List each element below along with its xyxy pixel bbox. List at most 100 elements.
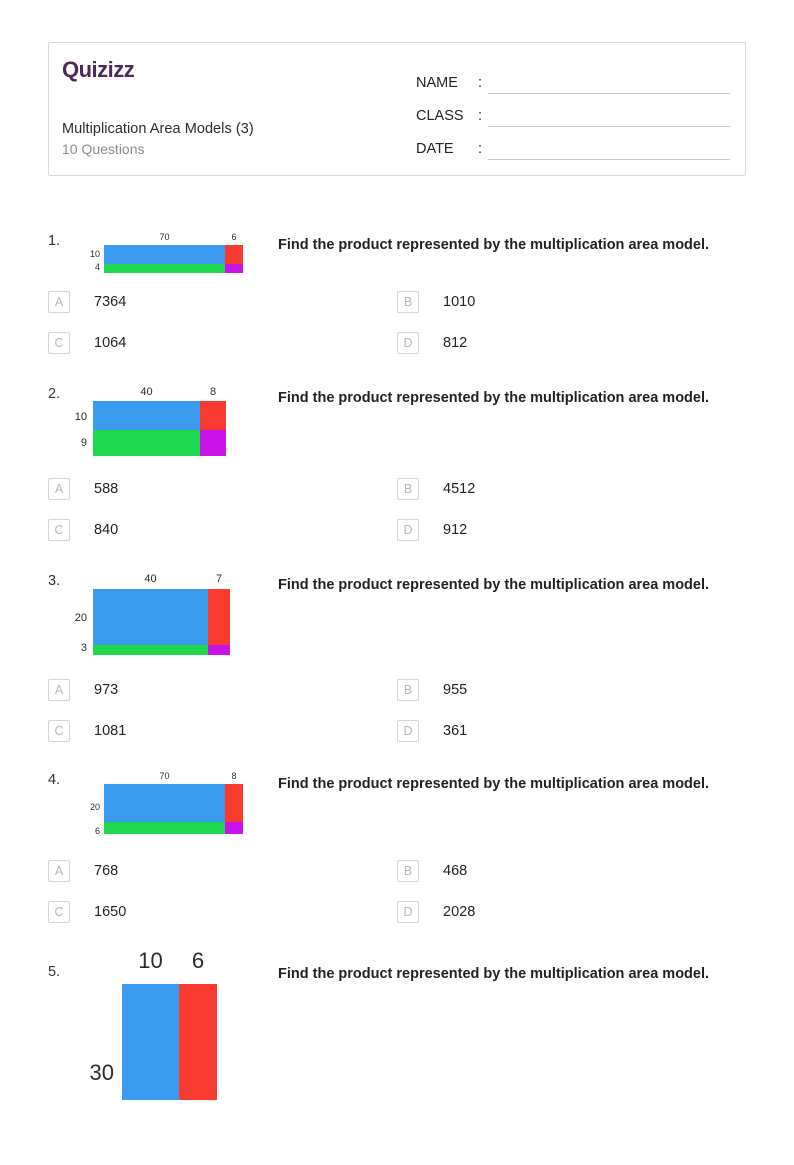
model-cell-red xyxy=(225,245,243,264)
option-text: 912 xyxy=(443,522,468,538)
question-count: 10 Questions xyxy=(62,141,145,157)
model-cell-blue xyxy=(93,589,208,645)
option-text: 4512 xyxy=(443,481,476,497)
option-b[interactable]: B 955 xyxy=(397,679,746,701)
option-a[interactable]: A 588 xyxy=(48,478,397,500)
quizizz-logo: Quizizz xyxy=(62,57,135,82)
question-prompt: Find the product represented by the mult… xyxy=(278,390,710,406)
option-d[interactable]: D 2028 xyxy=(397,901,746,923)
model-cell-green xyxy=(104,264,225,273)
question-1: 1. 70 6 10 4 Find the product represente… xyxy=(48,233,746,354)
option-text: 840 xyxy=(94,522,119,538)
option-d[interactable]: D 361 xyxy=(397,720,746,742)
model-top-right-label: 8 xyxy=(231,771,237,781)
option-letter: B xyxy=(397,291,419,313)
option-d[interactable]: D 912 xyxy=(397,519,746,541)
model-cell-blue xyxy=(104,245,225,264)
model-left-top-label: 10 xyxy=(74,411,87,423)
option-c[interactable]: C 1064 xyxy=(48,332,397,354)
option-a[interactable]: A 768 xyxy=(48,860,397,882)
model-top-left-label: 40 xyxy=(140,386,153,398)
question-4: 4. 70 8 20 6 Find the product represente… xyxy=(48,772,746,923)
question-5: 5. 10 6 30 Find the product represented … xyxy=(48,950,746,1100)
option-b[interactable]: B 468 xyxy=(397,860,746,882)
option-text: 768 xyxy=(94,863,119,879)
area-model-grid xyxy=(104,784,243,834)
option-letter: A xyxy=(48,860,70,882)
area-model-figure: 40 8 10 9 xyxy=(75,386,271,456)
date-field-row: DATE : xyxy=(416,127,730,160)
date-field-label: DATE xyxy=(416,141,454,157)
model-cell-green xyxy=(104,822,225,834)
model-left-bottom-label: 9 xyxy=(80,437,87,449)
question-number: 4. xyxy=(48,772,61,788)
option-letter: D xyxy=(397,720,419,742)
options-list: A 973 B 955 C 1081 D 361 xyxy=(48,679,746,742)
option-letter: C xyxy=(48,519,70,541)
name-input[interactable] xyxy=(488,71,730,94)
question-number: 1. xyxy=(48,233,61,249)
model-left-top-label: 20 xyxy=(89,802,100,812)
area-model-figure: 70 6 10 4 xyxy=(76,233,271,273)
class-field-label: CLASS xyxy=(416,108,464,124)
option-c[interactable]: C 1081 xyxy=(48,720,397,742)
area-model-grid xyxy=(93,589,230,655)
worksheet-page: Quizizz Multiplication Area Models (3) 1… xyxy=(0,42,794,1165)
class-input[interactable] xyxy=(488,104,730,127)
model-top-left-label: 10 xyxy=(138,948,163,973)
area-model-figure: 70 8 20 6 xyxy=(76,772,271,838)
option-letter: D xyxy=(397,901,419,923)
option-letter: C xyxy=(48,720,70,742)
option-c[interactable]: C 840 xyxy=(48,519,397,541)
question-prompt: Find the product represented by the mult… xyxy=(278,237,710,253)
model-cell-blue xyxy=(104,784,225,822)
option-text: 955 xyxy=(443,682,468,698)
option-a[interactable]: A 7364 xyxy=(48,291,397,313)
model-cell-blue xyxy=(93,401,200,430)
option-text: 812 xyxy=(443,335,468,351)
name-field-colon: : xyxy=(478,75,483,91)
question-number: 2. xyxy=(48,386,61,402)
option-letter: B xyxy=(397,478,419,500)
date-input[interactable] xyxy=(488,137,730,160)
area-model-figure: 40 7 20 3 xyxy=(75,573,271,655)
name-field-row: NAME : xyxy=(416,61,730,94)
model-cell-purple xyxy=(200,430,226,456)
model-cell-green xyxy=(93,430,200,456)
question-number: 5. xyxy=(48,964,61,980)
page-title: Multiplication Area Models (3) xyxy=(62,121,254,137)
model-cell-red xyxy=(225,784,243,822)
header-fields: NAME : CLASS : DATE : xyxy=(409,43,745,175)
option-c[interactable]: C 1650 xyxy=(48,901,397,923)
option-text: 588 xyxy=(94,481,119,497)
option-b[interactable]: B 4512 xyxy=(397,478,746,500)
model-cell-blue xyxy=(122,984,179,1100)
option-letter: C xyxy=(48,901,70,923)
area-model-grid xyxy=(122,984,217,1100)
model-top-left-label: 70 xyxy=(159,232,170,242)
area-model-grid xyxy=(93,401,226,456)
area-model-grid xyxy=(104,245,243,273)
header-left: Quizizz Multiplication Area Models (3) 1… xyxy=(49,43,409,175)
model-top-right-label: 7 xyxy=(215,573,223,585)
model-left-bottom-label: 4 xyxy=(94,262,100,272)
model-cell-purple xyxy=(225,264,243,273)
option-text: 468 xyxy=(443,863,468,879)
model-top-right-label: 6 xyxy=(191,948,205,973)
option-d[interactable]: D 812 xyxy=(397,332,746,354)
class-field-colon: : xyxy=(478,108,483,124)
option-letter: C xyxy=(48,332,70,354)
date-field-colon: : xyxy=(478,141,483,157)
option-letter: B xyxy=(397,860,419,882)
option-letter: A xyxy=(48,478,70,500)
option-text: 361 xyxy=(443,723,468,739)
option-letter: A xyxy=(48,679,70,701)
model-cell-purple xyxy=(225,822,243,834)
option-b[interactable]: B 1010 xyxy=(397,291,746,313)
question-prompt: Find the product represented by the mult… xyxy=(278,966,710,982)
question-number: 3. xyxy=(48,573,61,589)
option-letter: D xyxy=(397,519,419,541)
model-cell-red xyxy=(179,984,217,1100)
option-a[interactable]: A 973 xyxy=(48,679,397,701)
model-cell-red xyxy=(200,401,226,430)
